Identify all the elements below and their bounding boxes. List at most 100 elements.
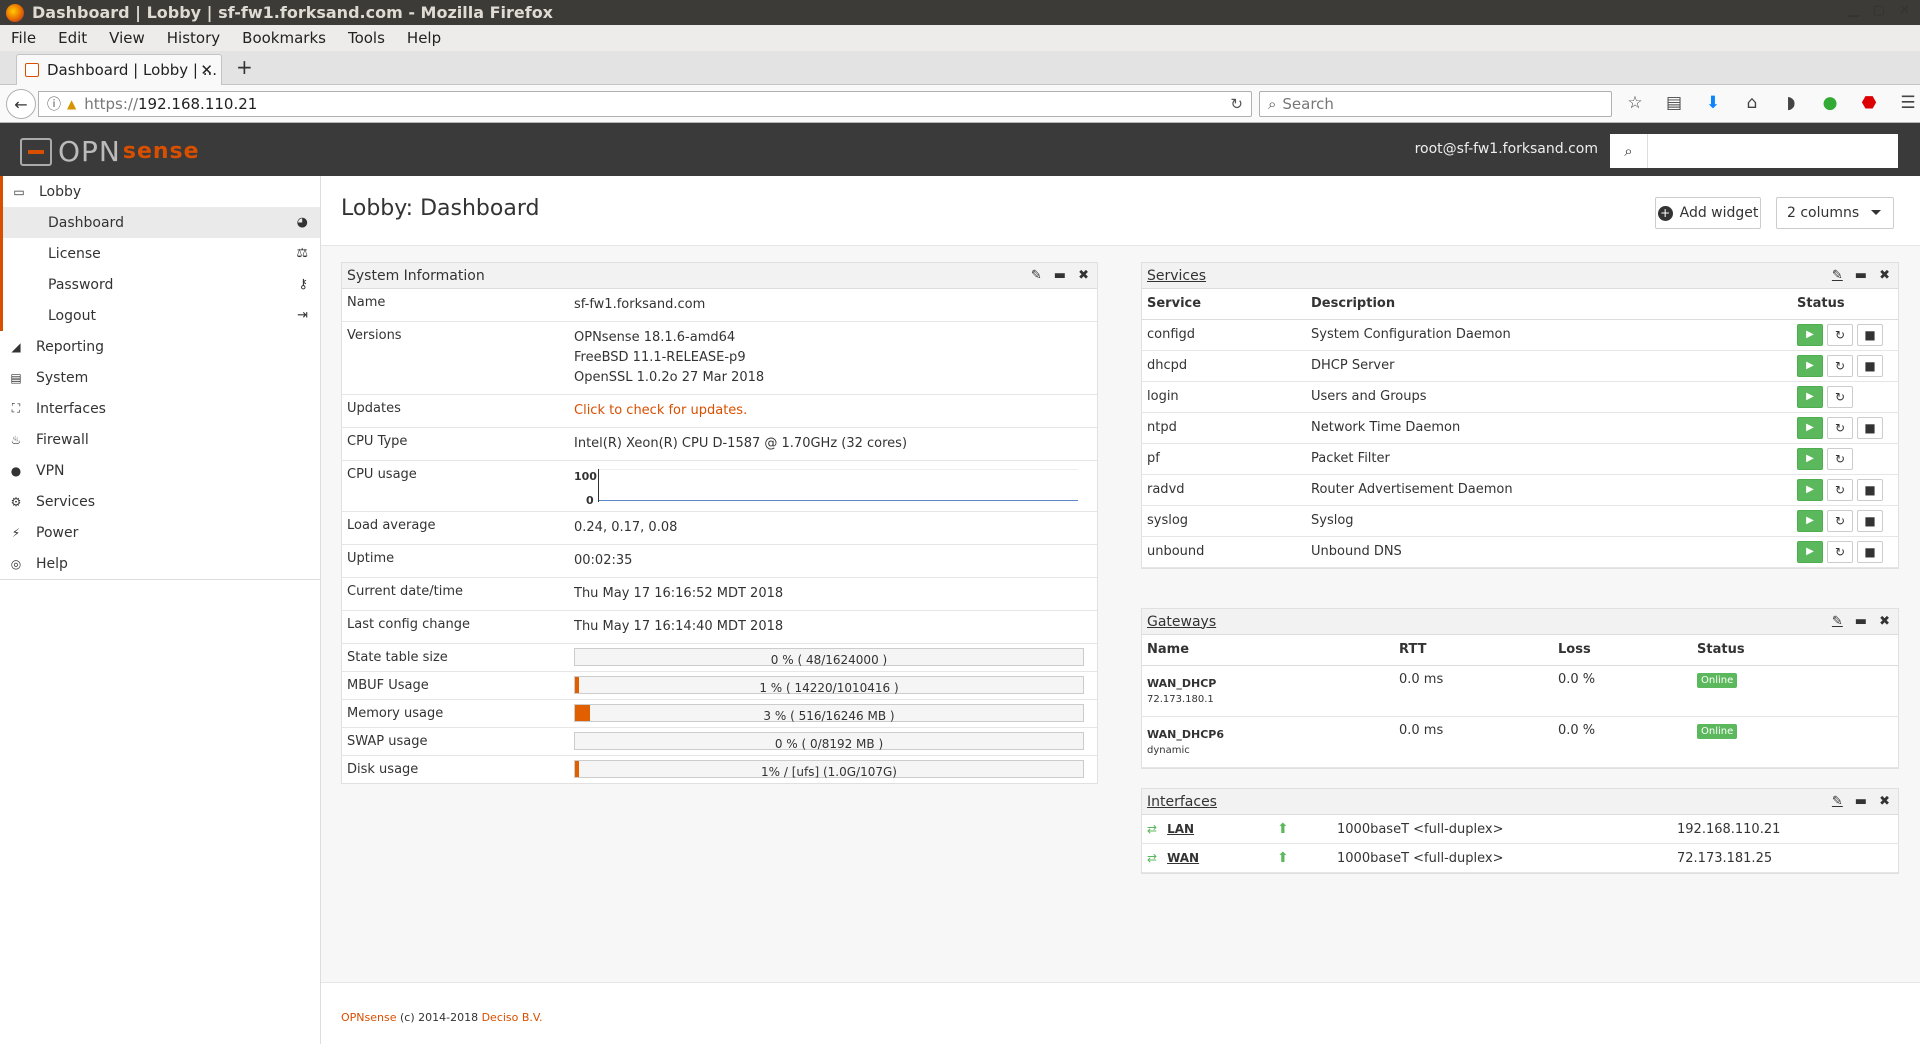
- reading-list-icon[interactable]: ▤: [1663, 93, 1685, 113]
- service-status: ▶ ↻ ■: [1792, 505, 1898, 537]
- info-icon[interactable]: ⓘ: [47, 94, 61, 114]
- stop-icon[interactable]: ■: [1857, 323, 1883, 346]
- interface-link[interactable]: LAN: [1167, 822, 1194, 836]
- columns-select[interactable]: 2 columns: [1776, 197, 1894, 229]
- play-icon[interactable]: ▶: [1797, 354, 1823, 377]
- pencil-icon[interactable]: ✎: [1832, 794, 1843, 809]
- download-icon[interactable]: ⬇: [1702, 93, 1724, 113]
- sidebar-item-help[interactable]: ◎ Help: [0, 548, 320, 579]
- widget-title-link[interactable]: Interfaces: [1147, 794, 1217, 810]
- restart-icon[interactable]: ↻: [1827, 478, 1853, 501]
- restart-icon[interactable]: ↻: [1827, 509, 1853, 532]
- laptop-icon: ▭: [13, 184, 25, 199]
- home-icon[interactable]: ⌂: [1741, 93, 1763, 113]
- sidebar-item-label: Firewall: [36, 431, 89, 448]
- sidebar-item-license[interactable]: License ⚖: [0, 238, 320, 269]
- pencil-icon[interactable]: ✎: [1832, 268, 1843, 283]
- restart-icon[interactable]: ↻: [1827, 447, 1853, 470]
- menu-tools[interactable]: Tools: [337, 29, 396, 47]
- stop-icon[interactable]: ■: [1857, 416, 1883, 439]
- sidebar-item-logout[interactable]: Logout ⇥: [0, 300, 320, 331]
- close-widget-icon[interactable]: ✖: [1879, 794, 1890, 809]
- restart-icon[interactable]: ↻: [1827, 385, 1853, 408]
- tab-close-icon[interactable]: ✕: [200, 61, 213, 79]
- play-icon[interactable]: ▶: [1797, 323, 1823, 346]
- restart-icon[interactable]: ↻: [1827, 416, 1853, 439]
- sidebar-item-firewall[interactable]: ♨ Firewall: [0, 424, 320, 455]
- browser-search-input[interactable]: ⌕ Search: [1259, 91, 1612, 117]
- menu-history[interactable]: History: [156, 29, 231, 47]
- close-widget-icon[interactable]: ✖: [1879, 268, 1890, 283]
- restart-icon[interactable]: ↻: [1827, 323, 1853, 346]
- menu-file[interactable]: File: [0, 29, 47, 47]
- menu-edit[interactable]: Edit: [47, 29, 98, 47]
- sidebar-item-vpn[interactable]: ● VPN: [0, 455, 320, 486]
- minimize-widget-icon[interactable]: ▬: [1855, 614, 1867, 629]
- row-value: Intel(R) Xeon(R) CPU D-1587 @ 1.70GHz (3…: [574, 436, 908, 451]
- user-label[interactable]: root@sf-fw1.forksand.com: [1415, 141, 1598, 157]
- sidebar-item-reporting[interactable]: ◢ Reporting: [0, 331, 320, 362]
- add-widget-button[interactable]: + Add widget: [1655, 197, 1761, 229]
- sidebar-item-dashboard[interactable]: Dashboard ◕: [0, 207, 320, 238]
- pocket-icon[interactable]: ◗: [1780, 93, 1802, 113]
- stop-icon[interactable]: ■: [1857, 509, 1883, 532]
- row-value: Thu May 17 16:16:52 MDT 2018: [574, 586, 784, 601]
- hamburger-menu-icon[interactable]: ☰: [1897, 93, 1919, 113]
- logout-icon: ⇥: [297, 308, 308, 323]
- sidebar-item-label: Help: [36, 555, 68, 572]
- widget-title-link[interactable]: Gateways: [1147, 614, 1216, 630]
- widget-title-link[interactable]: Services: [1147, 268, 1206, 284]
- sidebar-item-power[interactable]: ⚡ Power: [0, 517, 320, 548]
- sidebar-item-label: Services: [36, 493, 96, 510]
- stop-icon[interactable]: ■: [1857, 354, 1883, 377]
- app-search-input[interactable]: [1648, 134, 1898, 168]
- restart-icon[interactable]: ↻: [1827, 540, 1853, 563]
- close-widget-icon[interactable]: ✖: [1879, 614, 1890, 629]
- pencil-icon[interactable]: ✎: [1832, 614, 1843, 629]
- stop-icon[interactable]: ■: [1857, 478, 1883, 501]
- opnsense-logo[interactable]: OPN sense: [20, 135, 200, 168]
- adblock-icon[interactable]: ⬣: [1858, 93, 1880, 113]
- minimize-widget-icon[interactable]: ▬: [1855, 268, 1867, 283]
- sidebar-item-interfaces[interactable]: ⛶ Interfaces: [0, 393, 320, 424]
- stop-icon[interactable]: ■: [1857, 540, 1883, 563]
- minimize-widget-icon[interactable]: ▬: [1054, 268, 1066, 283]
- pencil-icon[interactable]: ✎: [1031, 268, 1042, 283]
- table-row: unbound Unbound DNS ▶ ↻ ■: [1142, 536, 1898, 568]
- play-icon[interactable]: ▶: [1797, 478, 1823, 501]
- maximize-icon[interactable]: ▢: [1873, 3, 1885, 18]
- check-updates-link[interactable]: Click to check for updates.: [569, 395, 1097, 427]
- gateways-widget: Gateways ✎ ▬ ✖ Name RTT Loss Status WAN_…: [1141, 608, 1899, 769]
- menu-help[interactable]: Help: [396, 29, 452, 47]
- restart-icon[interactable]: ↻: [1827, 354, 1853, 377]
- play-icon[interactable]: ▶: [1797, 416, 1823, 439]
- play-icon[interactable]: ▶: [1797, 540, 1823, 563]
- menu-bookmarks[interactable]: Bookmarks: [231, 29, 337, 47]
- bookmark-star-icon[interactable]: ☆: [1624, 93, 1646, 113]
- url-bar[interactable]: ⓘ ▲ https:// 192.168.110.21 ↻: [38, 91, 1252, 117]
- footer-brand-link[interactable]: OPNsense: [341, 1011, 397, 1024]
- lock-warning-icon[interactable]: ▲: [67, 97, 76, 111]
- sidebar-item-system[interactable]: ▤ System: [0, 362, 320, 393]
- footer-company-link[interactable]: Deciso B.V.: [482, 1011, 543, 1024]
- sidebar-item-services[interactable]: ⚙ Services: [0, 486, 320, 517]
- browser-tab[interactable]: Dashboard | Lobby | ... ✕: [16, 54, 222, 85]
- version-opnsense: OPNsense 18.1.6-amd64: [574, 330, 736, 345]
- minimize-widget-icon[interactable]: ▬: [1855, 794, 1867, 809]
- interface-link[interactable]: WAN: [1167, 851, 1199, 865]
- close-window-icon[interactable]: ✕: [1899, 3, 1910, 18]
- extension-icon[interactable]: ●: [1819, 93, 1841, 113]
- sidebar-item-lobby[interactable]: ▭ Lobby: [0, 176, 320, 207]
- play-icon[interactable]: ▶: [1797, 509, 1823, 532]
- search-icon[interactable]: ⌕: [1610, 134, 1648, 168]
- close-widget-icon[interactable]: ✖: [1078, 268, 1089, 283]
- reload-icon[interactable]: ↻: [1230, 95, 1243, 113]
- menu-view[interactable]: View: [98, 29, 156, 47]
- minimize-icon[interactable]: ▁: [1849, 3, 1859, 18]
- sidebar-item-password[interactable]: Password ⚷: [0, 269, 320, 300]
- new-tab-icon[interactable]: +: [236, 55, 253, 79]
- row-value: 00:02:35: [574, 553, 633, 568]
- play-icon[interactable]: ▶: [1797, 385, 1823, 408]
- back-arrow-icon[interactable]: ←: [6, 89, 36, 119]
- play-icon[interactable]: ▶: [1797, 447, 1823, 470]
